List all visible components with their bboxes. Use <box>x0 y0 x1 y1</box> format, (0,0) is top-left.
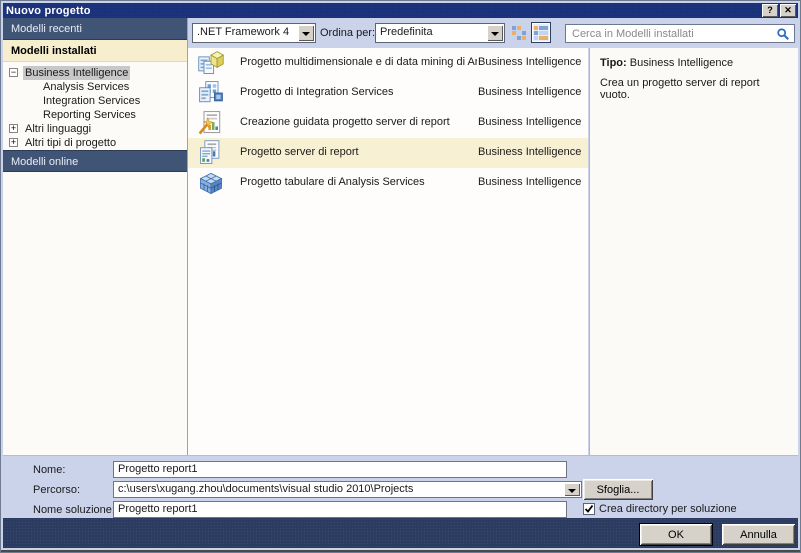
location-label: Percorso: <box>33 484 80 496</box>
sidebar-item-installed-templates[interactable]: Modelli installati <box>3 40 187 62</box>
sidebar-item-recent-templates[interactable]: Modelli recenti <box>3 18 187 40</box>
close-button[interactable]: ✕ <box>780 4 796 17</box>
template-row-report-server-selected[interactable]: Progetto server di report Business Intel… <box>188 138 588 168</box>
sort-dropdown[interactable]: Predefinita <box>375 23 505 43</box>
template-row-tabular[interactable]: Progetto tabulare di Analysis Services B… <box>188 168 588 198</box>
cancel-button[interactable]: Annulla <box>722 524 795 545</box>
medium-icons-view-button[interactable] <box>509 22 529 43</box>
project-form: Nome: Progetto report1 Percorso: c:\user… <box>3 455 798 518</box>
solution-name-label: Nome soluzione: <box>33 504 115 516</box>
template-list: Progetto multidimensionale e di data min… <box>188 48 588 455</box>
toolbar: .NET Framework 4 Ordina per: Predefinita… <box>188 18 798 48</box>
chevron-down-icon[interactable] <box>298 25 314 41</box>
list-view-icon <box>534 26 548 40</box>
template-description: Crea un progetto server di report vuoto. <box>600 77 788 101</box>
browse-button[interactable]: Sfoglia... <box>583 479 653 500</box>
location-combo[interactable]: c:\users\xugang.zhou\documents\visual st… <box>113 481 582 498</box>
chevron-down-icon[interactable] <box>564 483 580 496</box>
create-directory-label: Crea directory per soluzione <box>599 503 737 515</box>
titlebar-buttons: ? ✕ <box>762 4 798 17</box>
template-name: Progetto server di report <box>240 146 477 158</box>
project-name-input[interactable]: Progetto report1 <box>113 461 567 478</box>
titlebar: Nuovo progetto ? ✕ <box>3 3 798 18</box>
type-label: Tipo: <box>600 57 627 69</box>
sidebar-item-online-templates[interactable]: Modelli online <box>3 150 187 172</box>
tabular-analysis-icon <box>197 169 225 197</box>
tree-item-analysis-services[interactable]: Analysis Services <box>3 80 187 94</box>
search-icon[interactable] <box>776 27 790 44</box>
description-panel: Tipo: Business Intelligence Crea un prog… <box>589 48 798 455</box>
template-name: Creazione guidata progetto server di rep… <box>240 116 477 128</box>
checkbox-checked-icon[interactable] <box>583 503 595 515</box>
analysis-multidimensional-icon <box>197 49 225 77</box>
expand-icon[interactable]: + <box>9 138 18 147</box>
template-name: Progetto di Integration Services <box>240 86 477 98</box>
template-category: Business Intelligence <box>478 56 581 68</box>
template-category: Business Intelligence <box>478 176 581 188</box>
report-wizard-icon <box>197 109 225 137</box>
window-title: Nuovo progetto <box>3 5 91 17</box>
list-view-button[interactable] <box>531 22 551 43</box>
grid-view-icon <box>512 26 526 40</box>
template-name: Progetto multidimensionale e di data min… <box>240 56 477 68</box>
footer-bar: OK Annulla <box>3 518 798 548</box>
expand-icon[interactable]: + <box>9 124 18 133</box>
tree-item-other-languages[interactable]: + Altri linguaggi <box>3 122 187 136</box>
template-category: Business Intelligence <box>478 86 581 98</box>
report-server-icon <box>197 139 225 167</box>
integration-services-icon <box>197 79 225 107</box>
name-label: Nome: <box>33 464 65 476</box>
new-project-dialog: Nuovo progetto ? ✕ Modelli recenti Model… <box>0 0 801 553</box>
tree-item-reporting-services[interactable]: Reporting Services <box>3 108 187 122</box>
solution-name-input[interactable]: Progetto report1 <box>113 501 567 518</box>
type-value: Business Intelligence <box>630 57 733 69</box>
create-directory-option[interactable]: Crea directory per soluzione <box>583 503 737 515</box>
ok-button[interactable]: OK <box>640 524 712 545</box>
tree-item-other-project-types[interactable]: + Altri tipi di progetto <box>3 136 187 150</box>
collapse-icon[interactable]: − <box>9 68 18 77</box>
sidebar: Modelli recenti Modelli installati − Bus… <box>3 18 188 455</box>
search-placeholder: Cerca in Modelli installati <box>572 28 694 40</box>
tree-item-business-intelligence[interactable]: − Business Intelligence <box>3 66 187 80</box>
search-input[interactable]: Cerca in Modelli installati <box>565 24 795 43</box>
template-name: Progetto tabulare di Analysis Services <box>240 176 477 188</box>
help-button[interactable]: ? <box>762 4 778 17</box>
template-row-integration-services[interactable]: Progetto di Integration Services Busines… <box>188 78 588 108</box>
template-category: Business Intelligence <box>478 146 581 158</box>
framework-dropdown[interactable]: .NET Framework 4 <box>192 23 316 43</box>
chevron-down-icon[interactable] <box>487 25 503 41</box>
template-category: Business Intelligence <box>478 116 581 128</box>
template-row-multidimensional[interactable]: Progetto multidimensionale e di data min… <box>188 48 588 78</box>
tree-item-integration-services[interactable]: Integration Services <box>3 94 187 108</box>
sort-by-label: Ordina per: <box>320 27 375 39</box>
category-tree: − Business Intelligence Analysis Service… <box>3 62 187 150</box>
template-row-report-wizard[interactable]: Creazione guidata progetto server di rep… <box>188 108 588 138</box>
